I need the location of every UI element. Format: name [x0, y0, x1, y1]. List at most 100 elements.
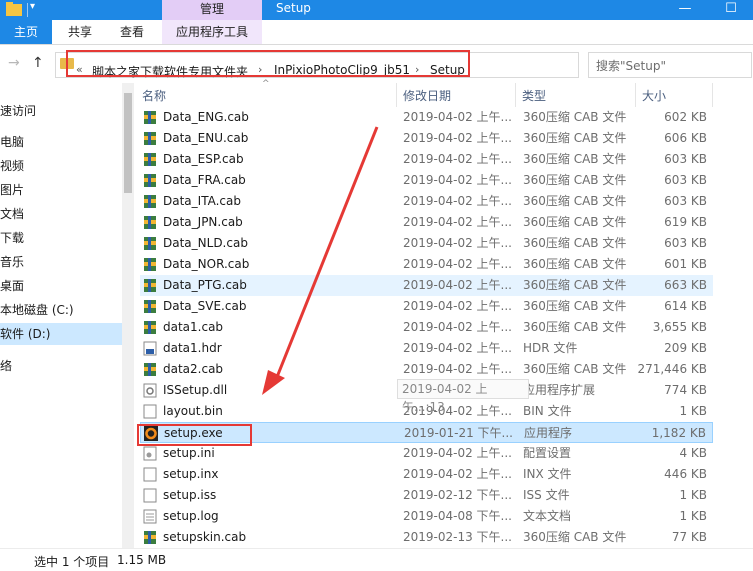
tab-application-tools[interactable]: 应用程序工具 — [162, 20, 262, 44]
file-size: 603 KB — [664, 173, 707, 187]
column-header-name[interactable]: 名称 — [142, 87, 166, 104]
text-file-icon — [143, 509, 157, 524]
minimize-button[interactable]: — — [662, 0, 708, 20]
nav-item-videos[interactable]: 视频 — [0, 155, 122, 177]
file-size: 1 KB — [679, 404, 707, 418]
search-input[interactable]: 搜索"Setup" — [588, 52, 752, 78]
file-row[interactable]: Data_JPN.cab 2019-04-02 上午... 360压缩 CAB 文件… — [140, 212, 713, 233]
file-row[interactable]: setup.log 2019-04-08 下午... 文本文档 1 KB — [140, 506, 713, 527]
column-divider[interactable] — [515, 83, 516, 107]
file-row[interactable]: setup.ini 2019-04-02 上午... 配置设置 4 KB — [140, 443, 713, 464]
file-size: 209 KB — [664, 341, 707, 355]
cab-archive-icon — [144, 363, 156, 376]
file-date: 2019-02-12 下午... — [403, 488, 512, 502]
nav-item-pictures[interactable]: 图片 — [0, 179, 122, 201]
file-date: 2019-04-02 上午... — [403, 131, 512, 145]
file-row[interactable]: data1.hdr 2019-04-02 上午... HDR 文件 209 KB — [140, 338, 713, 359]
file-row[interactable]: setup.inx 2019-04-02 上午... INX 文件 446 KB — [140, 464, 713, 485]
nav-item-desktop[interactable]: 桌面 — [0, 275, 122, 297]
file-row[interactable]: Data_ENG.cab 2019-04-02 上午... 360压缩 CAB 文件… — [140, 107, 713, 128]
file-date: 2019-02-13 下午... — [403, 530, 512, 544]
column-header-size[interactable]: 大小 — [642, 87, 666, 104]
file-row[interactable]: Data_ESP.cab 2019-04-02 上午... 360压缩 CAB 文件… — [140, 149, 713, 170]
file-type: 360压缩 CAB 文件 — [523, 194, 627, 208]
file-row[interactable]: Data_SVE.cab 2019-04-02 上午... 360压缩 CAB 文件… — [140, 296, 713, 317]
quick-access-dropdown-icon[interactable]: ▾ — [30, 1, 35, 12]
file-row[interactable]: setup.exe 2019-01-21 下午... 应用程序 1,182 KB — [137, 422, 713, 446]
file-type: 360压缩 CAB 文件 — [523, 278, 627, 292]
ribbon-tabs: 主页 共享 查看 应用程序工具 — [0, 20, 753, 45]
file-type: 360压缩 CAB 文件 — [523, 215, 627, 229]
file-date: 2019-04-02 上午... — [403, 257, 512, 271]
file-row[interactable]: data1.cab 2019-04-02 上午... 360压缩 CAB 文件 3,6… — [140, 317, 713, 338]
tab-share[interactable]: 共享 — [68, 20, 92, 44]
cab-archive-icon — [144, 321, 156, 334]
column-header-type[interactable]: 类型 — [522, 87, 546, 104]
nav-item-quick-access[interactable]: 速访问 — [0, 100, 122, 122]
file-size: 3,655 KB — [652, 320, 707, 334]
file-type: 360压缩 CAB 文件 — [523, 362, 627, 376]
cab-archive-icon — [144, 258, 156, 271]
file-date: 2019-04-02 上午... — [403, 362, 512, 376]
file-name: setup.ini — [163, 446, 215, 460]
file-row[interactable]: Data_PTG.cab 2019-04-02 上午... 360压缩 CAB 文件… — [140, 275, 713, 296]
file-size: 603 KB — [664, 152, 707, 166]
file-name: Data_SVE.cab — [163, 299, 247, 313]
folder-icon — [6, 2, 22, 16]
forward-icon[interactable]: → — [8, 55, 20, 71]
nav-item-music[interactable]: 音乐 — [0, 251, 122, 273]
file-row[interactable]: data2.cab 2019-04-02 上午... 360压缩 CAB 文件 271… — [140, 359, 713, 380]
file-name: Data_JPN.cab — [163, 215, 243, 229]
file-name: Data_NOR.cab — [163, 257, 250, 271]
navigation-scrollbar[interactable] — [122, 83, 134, 548]
nav-item-software-d[interactable]: 软件 (D:) — [0, 323, 122, 345]
file-name: data2.cab — [163, 362, 224, 376]
file-type: 360压缩 CAB 文件 — [523, 320, 627, 334]
date-tooltip: 2019-04-02 上午...:13 — [397, 379, 529, 414]
blank-file-icon — [143, 488, 157, 503]
ini-file-icon — [143, 446, 157, 461]
nav-item-network[interactable]: 络 — [0, 355, 122, 377]
maximize-button[interactable]: ☐ — [708, 0, 753, 20]
file-row[interactable]: Data_NOR.cab 2019-04-02 上午... 360压缩 CAB 文件… — [140, 254, 713, 275]
file-row[interactable]: Data_ITA.cab 2019-04-02 上午... 360压缩 CAB 文件… — [140, 191, 713, 212]
file-size: 774 KB — [664, 383, 707, 397]
file-date: 2019-04-08 下午... — [403, 509, 512, 523]
file-size: 602 KB — [664, 110, 707, 124]
column-header-date[interactable]: 修改日期 — [403, 87, 451, 104]
column-divider[interactable] — [712, 83, 713, 107]
file-name: setupskin.cab — [163, 530, 247, 544]
file-size: 4 KB — [679, 446, 707, 460]
nav-item-downloads[interactable]: 下载 — [0, 227, 122, 249]
file-type: BIN 文件 — [523, 404, 572, 418]
sort-ascending-icon: ^ — [262, 79, 270, 89]
file-date: 2019-04-02 上午... — [403, 341, 512, 355]
file-type: 360压缩 CAB 文件 — [523, 299, 627, 313]
nav-item-this-pc[interactable]: 电脑 — [0, 131, 122, 153]
dll-file-icon — [143, 383, 157, 398]
tab-view[interactable]: 查看 — [120, 20, 144, 44]
nav-item-local-disk-c[interactable]: 本地磁盘 (C:) — [0, 299, 122, 321]
column-divider[interactable] — [635, 83, 636, 107]
file-row[interactable]: setup.iss 2019-02-12 下午... ISS 文件 1 KB — [140, 485, 713, 506]
context-tab-manage[interactable]: 管理 — [162, 0, 262, 20]
file-row[interactable]: Data_NLD.cab 2019-04-02 上午... 360压缩 CAB 文件… — [140, 233, 713, 254]
up-arrow-icon[interactable]: ↑ — [32, 55, 44, 71]
scrollbar-thumb[interactable] — [124, 93, 132, 193]
title-bar: ▾ 管理 Setup — ☐ — [0, 0, 753, 20]
file-row[interactable]: setupskin.cab 2019-02-13 下午... 360压缩 CAB 文… — [140, 527, 713, 548]
blank-file-icon — [143, 467, 157, 482]
file-size: 601 KB — [664, 257, 707, 271]
nav-item-documents[interactable]: 文档 — [0, 203, 122, 225]
file-row[interactable]: Data_ENU.cab 2019-04-02 上午... 360压缩 CAB 文件… — [140, 128, 713, 149]
column-divider[interactable] — [396, 83, 397, 107]
cab-archive-icon — [144, 279, 156, 292]
file-type: 文本文档 — [523, 509, 572, 523]
status-bar: 选中 1 个项目 1.15 MB — [0, 548, 753, 571]
tab-home[interactable]: 主页 — [0, 20, 52, 44]
window-title: Setup — [276, 1, 311, 15]
blank-file-icon — [143, 404, 157, 419]
file-row[interactable]: Data_FRA.cab 2019-04-02 上午... 360压缩 CAB 文件… — [140, 170, 713, 191]
cab-archive-icon — [144, 216, 156, 229]
cab-archive-icon — [144, 132, 156, 145]
